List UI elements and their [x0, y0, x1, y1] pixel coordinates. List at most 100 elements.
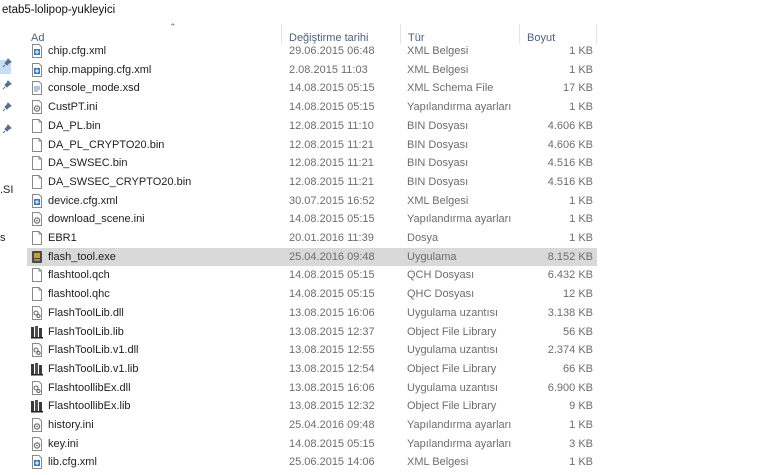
file-modified-date: 20.01.2016 11:39: [289, 232, 374, 244]
file-size: 4.516 KB: [547, 157, 593, 170]
file-row[interactable]: chip.cfg.xml 29.06.2015 06:48 XML Belgesi 1…: [27, 42, 597, 60]
file-name: chip.cfg.xml: [48, 45, 107, 57]
file-name: EBR1: [48, 232, 77, 244]
file-row[interactable]: EBR1 20.01.2016 11:39 Dosya 1 KB: [27, 229, 597, 247]
application-icon: [30, 250, 44, 264]
file-size: 6.432 KB: [547, 269, 593, 282]
pin-icon[interactable]: [2, 80, 12, 90]
settings-file-icon: [30, 100, 44, 115]
nav-item-fragment[interactable]: .SI: [0, 184, 13, 196]
blank-file-icon: [30, 174, 44, 189]
file-name: device.cfg.xml: [48, 194, 118, 207]
file-row[interactable]: key.ini 14.08.2015 05:15 Yapılandırma ayar…: [27, 435, 597, 453]
column-divider[interactable]: [596, 24, 597, 44]
file-type: Object File Library: [407, 325, 497, 338]
settings-file-icon: [30, 212, 44, 227]
column-divider[interactable]: [281, 24, 282, 44]
file-size: 1 KB: [569, 456, 593, 469]
file-type: Uygulama uzantısı: [407, 344, 499, 357]
file-size: 3 KB: [569, 437, 593, 450]
file-row[interactable]: FlashToolLib.v1.dll 13.08.2015 12:55 Uygul…: [27, 341, 597, 359]
library-icon: [30, 325, 44, 339]
file-row[interactable]: history.ini 25.04.2016 09:48 Yapılandırma …: [27, 416, 597, 434]
file-size: 1 KB: [569, 213, 593, 226]
file-name: DA_SWSEC_CRYPTO20.bin: [48, 175, 192, 188]
file-size: 1 KB: [569, 45, 593, 57]
file-row[interactable]: CustPT.ini 14.08.2015 05:15 Yapılandırma a…: [27, 98, 597, 116]
file-type: Yapılandırma ayarları: [407, 101, 512, 114]
file-name: flashtool.qhc: [48, 288, 110, 301]
file-row[interactable]: FlashtoollibEx.lib 13.08.2015 12:32 Object…: [27, 397, 597, 415]
file-row[interactable]: flashtool.qch 14.08.2015 05:15 QCH Dosyası…: [27, 266, 597, 284]
file-size: 4.606 KB: [547, 119, 593, 132]
navigation-pane: .SI s: [0, 22, 22, 475]
file-row[interactable]: flashtool.qhc 14.08.2015 05:15 QHC Dosyası…: [27, 285, 597, 303]
blank-file-icon: [30, 156, 44, 171]
file-type: Object File Library: [407, 362, 497, 375]
file-row[interactable]: FlashtoollibEx.dll 13.08.2015 16:06 Uygula…: [27, 379, 597, 397]
file-name: FlashtoollibEx.dll: [48, 381, 131, 394]
file-size: 8.152 KB: [547, 250, 593, 263]
file-size: 2.374 KB: [547, 344, 593, 357]
file-type: Object File Library: [407, 400, 497, 413]
pin-icon[interactable]: [2, 58, 12, 68]
file-row[interactable]: DA_SWSEC.bin 12.08.2015 11:21 BIN Dosyası 4…: [27, 154, 597, 172]
file-name: FlashToolLib.v1.dll: [48, 344, 139, 357]
file-modified-date: 12.08.2015 11:10: [289, 119, 374, 132]
file-type: BIN Dosyası: [407, 138, 469, 151]
file-name: FlashToolLib.dll: [48, 306, 124, 319]
file-row[interactable]: device.cfg.xml 30.07.2015 16:52 XML Belges…: [27, 192, 597, 210]
file-modified-date: 13.08.2015 12:55: [289, 344, 375, 357]
file-row[interactable]: download_scene.ini 14.08.2015 05:15 Yapıla…: [27, 210, 597, 228]
file-type: Yapılandırma ayarları: [407, 419, 512, 431]
column-divider[interactable]: [400, 24, 401, 44]
file-modified-date: 25.04.2016 09:48: [289, 419, 375, 431]
xml-document-icon: [30, 193, 44, 208]
library-icon: [30, 399, 44, 413]
file-size: 4.516 KB: [547, 175, 593, 188]
window-title: etab5-lolipop-yukleyici: [2, 4, 116, 16]
library-icon: [30, 362, 44, 376]
file-type: XML Schema File: [407, 82, 494, 95]
file-modified-date: 14.08.2015 05:15: [289, 213, 375, 226]
file-row[interactable]: DA_PL.bin 12.08.2015 11:10 BIN Dosyası 4.60…: [27, 117, 597, 135]
file-size: 9 KB: [569, 400, 593, 413]
file-type: Yapılandırma ayarları: [407, 213, 512, 226]
file-row[interactable]: chip.mapping.cfg.xml 2.08.2015 11:03 XML B…: [27, 61, 597, 79]
sort-ascending-icon: ⌃: [169, 22, 177, 32]
file-row[interactable]: console_mode.xsd 14.08.2015 05:15 XML Sche…: [27, 79, 597, 97]
file-row[interactable]: FlashToolLib.dll 13.08.2015 16:06 Uygulama…: [27, 304, 597, 322]
file-name: FlashToolLib.lib: [48, 325, 124, 338]
blank-file-icon: [30, 287, 44, 302]
file-modified-date: 12.08.2015 11:21: [289, 175, 374, 188]
file-row[interactable]: FlashToolLib.lib 13.08.2015 12:37 Object F…: [27, 323, 597, 341]
file-type: Yapılandırma ayarları: [407, 437, 512, 450]
file-name: FlashToolLib.v1.lib: [48, 362, 139, 375]
file-name: CustPT.ini: [48, 101, 98, 114]
file-row[interactable]: DA_PL_CRYPTO20.bin 12.08.2015 11:21 BIN Do…: [27, 136, 597, 154]
dll-file-icon: [30, 305, 44, 320]
blank-file-icon: [30, 268, 44, 283]
file-type: XML Belgesi: [407, 63, 469, 76]
xml-document-icon: [30, 62, 44, 77]
column-divider[interactable]: [519, 24, 520, 44]
file-type: BIN Dosyası: [407, 175, 469, 188]
file-row[interactable]: flash_tool.exe 25.04.2016 09:48 Uygulama 8.…: [27, 247, 597, 266]
file-row[interactable]: lib.cfg.xml 25.06.2015 14:06 XML Belgesi 1 …: [27, 453, 597, 471]
pin-icon[interactable]: [2, 124, 12, 134]
file-size: 1 KB: [569, 194, 593, 207]
file-modified-date: 25.04.2016 09:48: [289, 250, 375, 263]
xsd-file-icon: [30, 81, 44, 96]
file-type: Dosya: [407, 232, 439, 244]
file-modified-date: 13.08.2015 16:06: [289, 306, 375, 319]
file-modified-date: 14.08.2015 05:15: [289, 101, 375, 114]
file-row[interactable]: DA_SWSEC_CRYPTO20.bin 12.08.2015 11:21 BIN…: [27, 173, 597, 191]
file-name: key.ini: [48, 437, 79, 450]
pin-icon[interactable]: [2, 102, 12, 112]
nav-item-fragment[interactable]: s: [0, 232, 6, 244]
file-modified-date: 30.07.2015 16:52: [289, 194, 375, 207]
file-type: Uygulama: [407, 250, 457, 263]
file-type: QHC Dosyası: [407, 288, 475, 301]
window-title-bar: etab5-lolipop-yukleyici: [0, 0, 768, 22]
file-row[interactable]: FlashToolLib.v1.lib 13.08.2015 12:54 Objec…: [27, 360, 597, 378]
